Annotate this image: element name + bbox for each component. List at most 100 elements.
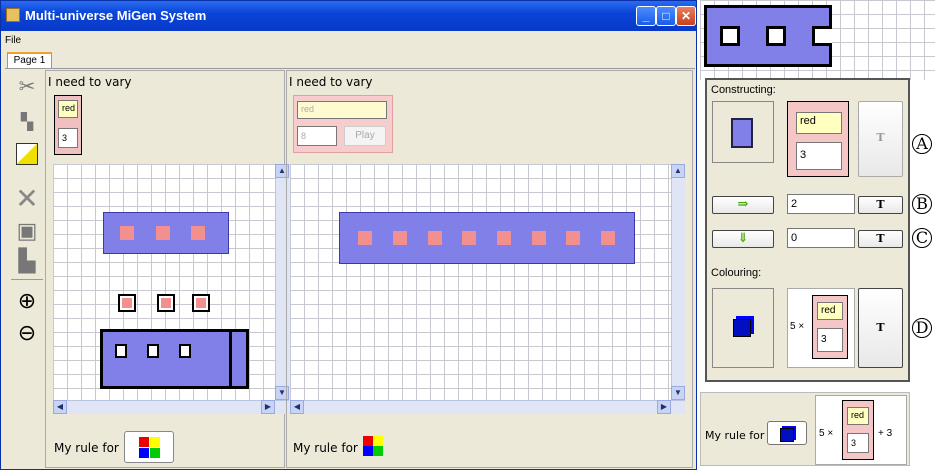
right-var-value[interactable]: 8 xyxy=(297,126,337,146)
color-swatch xyxy=(150,448,160,458)
t-button-d[interactable]: T xyxy=(858,288,903,368)
ungroup-icon[interactable]: ▙ xyxy=(13,247,41,275)
red-square-building-block[interactable] xyxy=(157,294,175,312)
general-rule-label: My rule for xyxy=(705,429,765,442)
red-tile xyxy=(462,231,476,245)
left-rule-label: My rule for xyxy=(54,441,119,455)
right-rule-color-button[interactable] xyxy=(363,436,383,456)
marker-c: C xyxy=(912,228,932,248)
menu-file[interactable]: File xyxy=(5,35,21,46)
left-horizontal-scrollbar[interactable]: ◀ ▶ xyxy=(53,400,289,414)
color-swatch xyxy=(139,437,149,447)
zoom-in-icon[interactable]: ⊕ xyxy=(13,287,41,315)
color-swatch xyxy=(363,436,373,446)
general-var-value[interactable]: 3 xyxy=(847,433,869,453)
scroll-right-button[interactable]: ▶ xyxy=(657,400,671,414)
t-button-b[interactable]: T xyxy=(858,196,903,214)
c-shape-building-block[interactable] xyxy=(100,329,240,389)
scroll-up-button[interactable]: ▲ xyxy=(671,164,685,178)
general-rule-cube-button[interactable] xyxy=(767,421,807,445)
general-rule-expression: 5 × red 3 + 3 xyxy=(815,395,907,465)
block-thumbnail xyxy=(731,118,753,148)
right-universe: I need to vary red 8 Play ▲ ▼ ◀ ▶ My rul… xyxy=(286,70,693,468)
right-var-name[interactable]: red xyxy=(297,101,387,119)
left-var-value[interactable]: 3 xyxy=(58,128,78,148)
tab-page-1[interactable]: Page 1 xyxy=(7,52,52,69)
red-square-building-block[interactable] xyxy=(118,294,136,312)
red-tile xyxy=(120,226,134,240)
hole xyxy=(147,344,159,358)
left-var-name[interactable]: red xyxy=(58,100,78,118)
scissors-icon[interactable]: ✂ xyxy=(13,73,41,101)
horizontal-increment-field[interactable]: 2 xyxy=(787,194,855,214)
general-rule-panel: My rule for 5 × red 3 + 3 xyxy=(700,392,910,466)
times-label: 5 × xyxy=(790,321,805,332)
constructing-label: Constructing: xyxy=(711,84,776,96)
play-button[interactable]: Play xyxy=(344,126,386,146)
color-swatch xyxy=(139,448,149,458)
minimize-button[interactable]: _ xyxy=(636,6,656,26)
group-icon[interactable]: ▣ xyxy=(13,217,41,245)
right-arrow-button[interactable]: ⇒ xyxy=(712,196,774,214)
general-plus-label: + 3 xyxy=(878,428,893,439)
down-arrow-button[interactable]: ⇓ xyxy=(712,230,774,248)
hole xyxy=(766,26,786,46)
vertical-building-block[interactable] xyxy=(229,329,249,389)
cube-icon xyxy=(733,319,751,337)
red-tile xyxy=(358,231,372,245)
colour-block-button[interactable] xyxy=(712,288,774,368)
left-canvas[interactable]: ▲ ▼ xyxy=(53,164,289,400)
toolbar-divider xyxy=(11,279,43,280)
tab-divider xyxy=(5,68,695,69)
color-swatch xyxy=(363,446,373,456)
delete-icon[interactable]: ✕ xyxy=(13,185,41,213)
pattern-preview-grid xyxy=(700,0,935,80)
right-horizontal-scrollbar[interactable]: ◀ ▶ xyxy=(290,400,685,414)
red-tile xyxy=(156,226,170,240)
right-canvas[interactable]: ▲ ▼ xyxy=(290,164,685,400)
scroll-left-button[interactable]: ◀ xyxy=(53,400,67,414)
constructing-var-value[interactable]: 3 xyxy=(796,142,842,170)
hole xyxy=(179,344,191,358)
t-button-c[interactable]: T xyxy=(858,230,903,248)
scroll-down-button[interactable]: ▼ xyxy=(671,386,685,400)
red-tile xyxy=(532,231,546,245)
color-swatch xyxy=(373,446,383,456)
general-times-label: 5 × xyxy=(819,428,834,439)
left-universe: I need to vary red 3 ▲ ▼ ◀ ▶ My rule for xyxy=(45,70,289,468)
pattern-bag-icon[interactable] xyxy=(13,143,41,171)
marker-a: A xyxy=(912,134,932,154)
scroll-left-button[interactable]: ◀ xyxy=(290,400,304,414)
close-button[interactable]: ✕ xyxy=(676,6,696,26)
hole xyxy=(720,26,740,46)
colouring-var-box: red 3 xyxy=(812,295,848,359)
hole xyxy=(115,344,127,358)
properties-panel: Constructing: red 3 T ⇒ 2 T ⇓ 0 T Colour… xyxy=(705,78,910,382)
right-vertical-scrollbar[interactable]: ▲ ▼ xyxy=(671,164,685,400)
red-tile xyxy=(601,231,615,245)
colouring-var-value[interactable]: 3 xyxy=(817,328,843,352)
red-tile xyxy=(191,226,205,240)
move-icon[interactable]: ▚ xyxy=(13,109,41,137)
maximize-button[interactable]: □ xyxy=(656,6,676,26)
constructing-var-name[interactable]: red xyxy=(796,112,842,134)
red-tile xyxy=(497,231,511,245)
app-icon xyxy=(6,8,20,22)
left-rule-color-button[interactable] xyxy=(124,431,174,463)
left-var-box: red 3 xyxy=(54,95,82,155)
red-tile xyxy=(566,231,580,245)
zoom-out-icon[interactable]: ⊖ xyxy=(13,319,41,347)
scroll-right-button[interactable]: ▶ xyxy=(261,400,275,414)
vertical-increment-field[interactable]: 0 xyxy=(787,228,855,248)
general-var-name[interactable]: red xyxy=(847,407,869,425)
hole xyxy=(812,26,832,46)
building-block-button[interactable] xyxy=(712,101,774,163)
t-button-a[interactable]: T xyxy=(858,101,903,177)
red-tile xyxy=(393,231,407,245)
marker-b: B xyxy=(912,194,932,214)
color-swatch xyxy=(373,436,383,446)
red-square-building-block[interactable] xyxy=(192,294,210,312)
colouring-expression: 5 × red 3 xyxy=(787,288,855,368)
right-block-pattern[interactable] xyxy=(339,212,635,264)
colouring-var-name[interactable]: red xyxy=(817,302,843,320)
